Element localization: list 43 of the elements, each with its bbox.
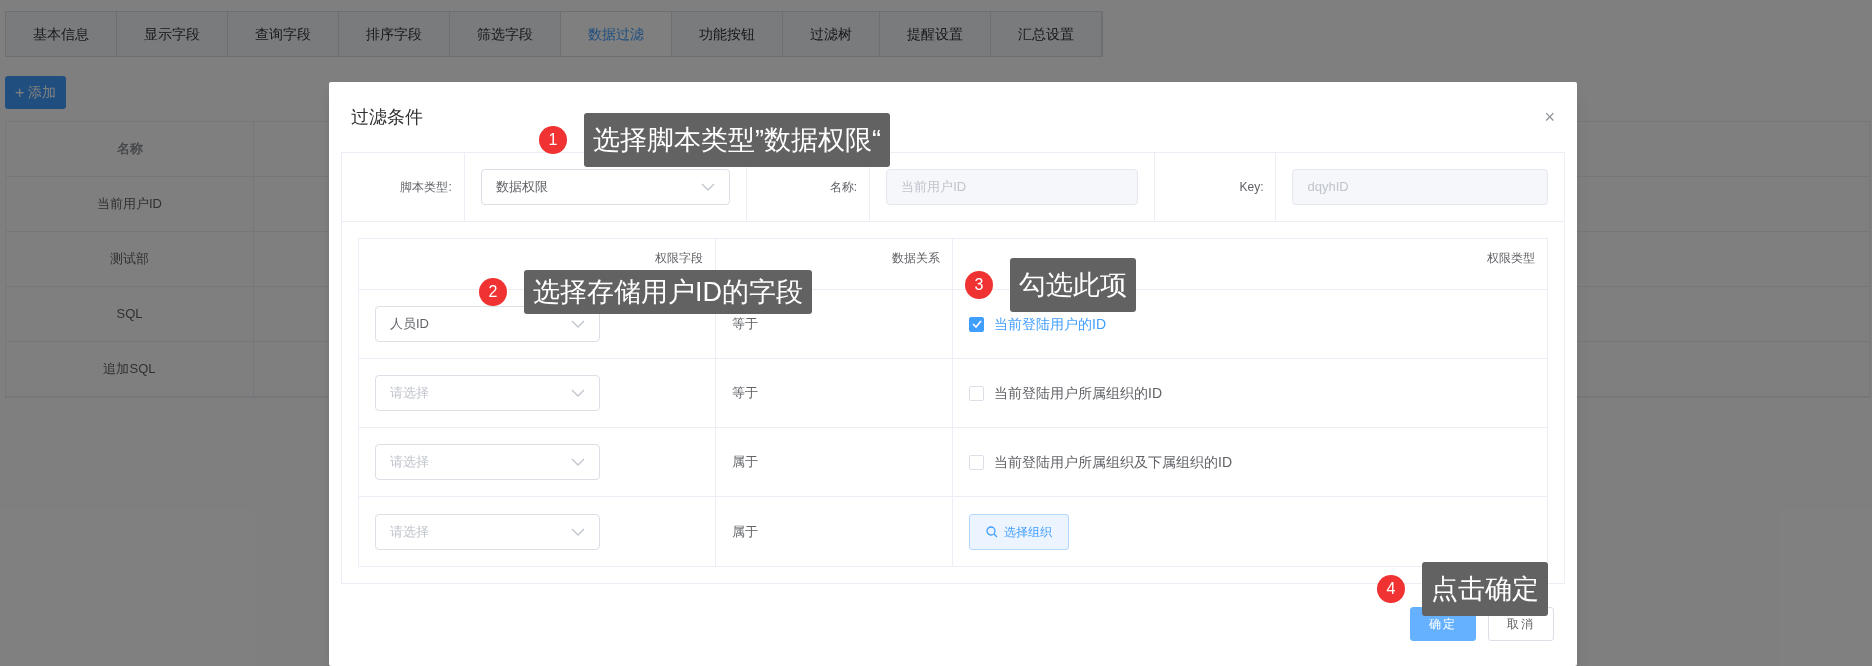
- checkbox[interactable]: 当前登陆用户的ID: [969, 313, 1106, 335]
- checkbox[interactable]: 当前登陆用户所属组织及下属组织的ID: [969, 451, 1232, 473]
- tab[interactable]: 数据过滤: [561, 12, 672, 56]
- callout-tooltip: 勾选此项: [1010, 258, 1136, 312]
- table-cell: SQL: [6, 287, 254, 341]
- table-cell: 测试部: [6, 232, 254, 286]
- tab[interactable]: 基本信息: [6, 12, 117, 56]
- callout-tooltip: 选择存储用户ID的字段: [524, 270, 812, 314]
- select-org-button[interactable]: 选择组织: [969, 513, 1069, 550]
- field-label: 脚本类型:: [342, 153, 465, 221]
- table-cell-text: 等于: [732, 384, 758, 403]
- checkbox[interactable]: 当前登陆用户所属组织的ID: [969, 382, 1162, 404]
- callout-tooltip: 点击确定: [1422, 562, 1548, 616]
- table-cell-text: 属于: [732, 522, 758, 541]
- search-icon: [986, 525, 998, 538]
- tab[interactable]: 查询字段: [228, 12, 339, 56]
- chevron-down-icon: [571, 458, 585, 466]
- column-header: 数据关系: [892, 250, 940, 267]
- plus-icon: +: [15, 84, 25, 101]
- select-field[interactable]: 人员ID: [375, 306, 600, 342]
- column-header: 权限字段: [655, 250, 703, 267]
- chevron-down-icon: [571, 527, 585, 536]
- chevron-down-icon: [571, 389, 585, 397]
- table-cell: 追加SQL: [6, 342, 254, 396]
- table-cell-text: 等于: [732, 315, 758, 334]
- select-field[interactable]: 数据权限: [480, 169, 731, 205]
- tab[interactable]: 汇总设置: [991, 12, 1102, 56]
- chevron-down-icon: [571, 320, 585, 328]
- tab[interactable]: 排序字段: [339, 12, 450, 56]
- callout-tooltip: 选择脚本类型”数据权限“: [584, 113, 890, 167]
- field-label: Key:: [1154, 153, 1277, 221]
- tab[interactable]: 功能按钮: [672, 12, 783, 56]
- table-cell: 当前用户ID: [6, 177, 254, 231]
- tab[interactable]: 过滤树: [783, 12, 880, 56]
- tab[interactable]: 提醒设置: [880, 12, 991, 56]
- chevron-down-icon: [701, 183, 716, 191]
- tab[interactable]: 显示字段: [117, 12, 228, 56]
- close-button[interactable]: ×: [1544, 108, 1555, 126]
- check-icon: [971, 320, 982, 328]
- add-button[interactable]: + 添加: [5, 76, 67, 109]
- column-header: 权限类型: [1487, 250, 1535, 267]
- table-cell-text: 属于: [732, 453, 758, 472]
- dialog-title: 过滤条件: [351, 105, 423, 129]
